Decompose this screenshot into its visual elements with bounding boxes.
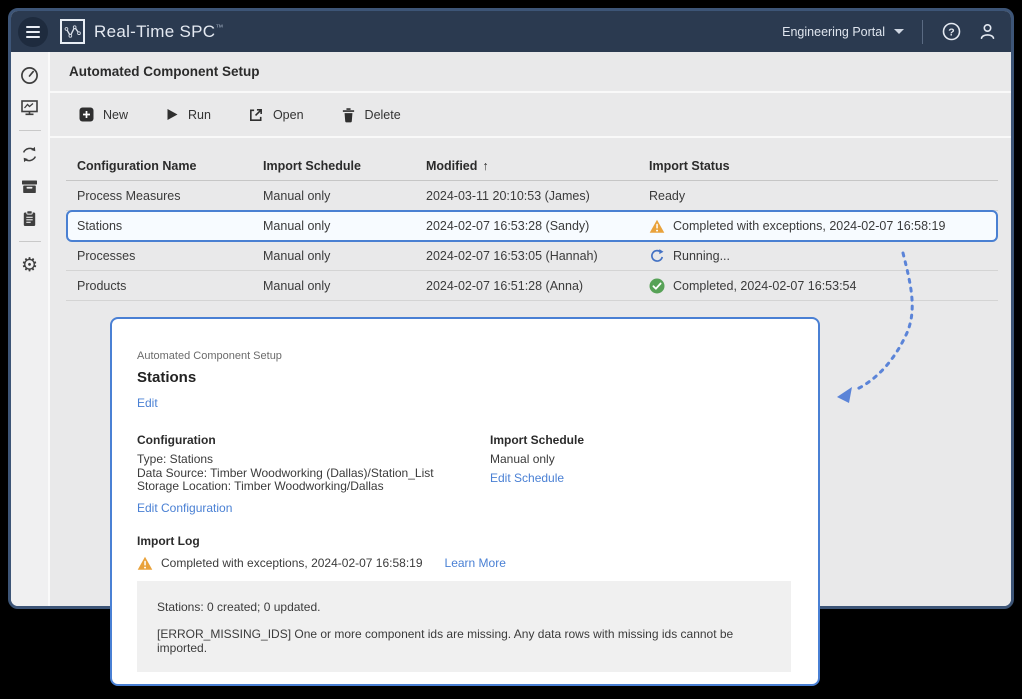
popup-breadcrumb: Automated Component Setup [137, 350, 791, 362]
table-header-row: Configuration Name Import Schedule Modif… [66, 151, 998, 181]
portal-dropdown[interactable]: Engineering Portal [782, 25, 904, 39]
cell-schedule: Manual only [263, 249, 426, 263]
detail-popup: Automated Component Setup Stations Edit … [110, 317, 820, 686]
cell-name: Products [77, 279, 263, 293]
configuration-heading: Configuration [137, 433, 490, 447]
col-import-schedule[interactable]: Import Schedule [263, 159, 426, 173]
import-log-status-text: Completed with exceptions, 2024-02-07 16… [161, 556, 423, 570]
status-text: Completed, 2024-02-07 16:53:54 [673, 279, 856, 293]
settings-gear-icon[interactable]: ⚙ [20, 255, 40, 275]
cell-modified: 2024-02-07 16:51:28 (Anna) [426, 279, 649, 293]
table-row[interactable]: Products Manual only 2024-02-07 16:51:28… [66, 271, 998, 301]
cell-name: Processes [77, 249, 263, 263]
configurations-table: Configuration Name Import Schedule Modif… [66, 151, 998, 301]
log-line: [ERROR_MISSING_IDS] One or more componen… [157, 627, 771, 655]
brand-chart-icon [60, 19, 85, 44]
monitor-chart-icon[interactable] [20, 97, 40, 117]
cell-schedule: Manual only [263, 189, 426, 203]
top-navbar: Real-Time SPC™ Engineering Portal ? [11, 11, 1011, 52]
edit-schedule-link[interactable]: Edit Schedule [490, 471, 564, 485]
clipboard-icon[interactable] [20, 208, 40, 228]
status-text: Running... [673, 249, 730, 263]
navbar-divider [922, 20, 923, 44]
edit-configuration-link[interactable]: Edit Configuration [137, 501, 232, 515]
trash-icon [341, 107, 356, 123]
col-modified[interactable]: Modified↑ [426, 159, 649, 173]
import-log-section: Import Log Completed with exceptions, 20… [137, 534, 791, 672]
delete-button[interactable]: Delete [341, 107, 401, 123]
help-icon[interactable]: ? [941, 22, 961, 42]
running-refresh-icon [649, 248, 665, 264]
status-text: Ready [649, 189, 685, 203]
col-configuration-name[interactable]: Configuration Name [77, 159, 263, 173]
play-icon [165, 107, 179, 122]
sidebar-divider [19, 241, 41, 242]
schedule-heading: Import Schedule [490, 433, 584, 447]
configuration-storage-location: Storage Location: Timber Woodworking/Dal… [137, 480, 490, 494]
table-row[interactable]: Processes Manual only 2024-02-07 16:53:0… [66, 241, 998, 271]
sidebar-divider [19, 130, 41, 131]
sync-icon[interactable] [20, 144, 40, 164]
configuration-section: Configuration Type: Stations Data Source… [137, 433, 490, 517]
new-button[interactable]: New [79, 107, 128, 122]
table-row-selected[interactable]: Stations Manual only 2024-02-07 16:53:28… [66, 210, 998, 242]
cell-status: Running... [649, 248, 998, 264]
schedule-section: Import Schedule Manual only Edit Schedul… [490, 433, 584, 517]
cell-modified: 2024-02-07 16:53:05 (Hannah) [426, 249, 649, 263]
cell-status: Completed, 2024-02-07 16:53:54 [649, 278, 998, 294]
import-log-heading: Import Log [137, 534, 791, 548]
cell-name: Process Measures [77, 189, 263, 203]
table-row[interactable]: Process Measures Manual only 2024-03-11 … [66, 181, 998, 211]
status-text: Completed with exceptions, 2024-02-07 16… [673, 219, 945, 233]
cell-modified: 2024-02-07 16:53:28 (Sandy) [426, 219, 649, 233]
schedule-value: Manual only [490, 453, 584, 467]
success-check-icon [649, 278, 665, 294]
cell-name: Stations [77, 219, 263, 233]
cell-schedule: Manual only [263, 219, 426, 233]
archive-icon[interactable] [20, 176, 40, 196]
configuration-data-source: Data Source: Timber Woodworking (Dallas)… [137, 467, 490, 481]
edit-link[interactable]: Edit [137, 396, 158, 410]
dashboard-gauge-icon[interactable] [20, 65, 40, 85]
warning-icon [137, 556, 153, 571]
sort-ascending-icon: ↑ [482, 159, 488, 173]
app-title: Real-Time SPC™ [94, 22, 224, 42]
chevron-down-icon [894, 29, 904, 34]
hamburger-menu-icon[interactable] [18, 17, 48, 47]
svg-text:?: ? [948, 26, 954, 38]
warning-icon [649, 219, 665, 234]
col-import-status[interactable]: Import Status [649, 159, 998, 173]
popup-title: Stations [137, 369, 791, 386]
toolbar: New Run Open [50, 93, 1011, 138]
portal-label: Engineering Portal [782, 25, 885, 39]
log-line: Stations: 0 created; 0 updated. [157, 600, 771, 614]
configuration-type: Type: Stations [137, 453, 490, 467]
left-sidebar: ⚙ [11, 52, 50, 606]
import-log-output: Stations: 0 created; 0 updated. [ERROR_M… [137, 581, 791, 672]
plus-square-icon [79, 107, 94, 122]
learn-more-link[interactable]: Learn More [445, 556, 506, 570]
run-button[interactable]: Run [165, 107, 211, 122]
page-header: Automated Component Setup [50, 52, 1011, 93]
open-external-icon [248, 107, 264, 123]
open-button[interactable]: Open [248, 107, 304, 123]
page-title: Automated Component Setup [69, 64, 260, 79]
cell-modified: 2024-03-11 20:10:53 (James) [426, 189, 649, 203]
user-icon[interactable] [977, 22, 997, 42]
cell-status: Ready [649, 189, 998, 203]
cell-status: Completed with exceptions, 2024-02-07 16… [649, 219, 996, 234]
cell-schedule: Manual only [263, 279, 426, 293]
